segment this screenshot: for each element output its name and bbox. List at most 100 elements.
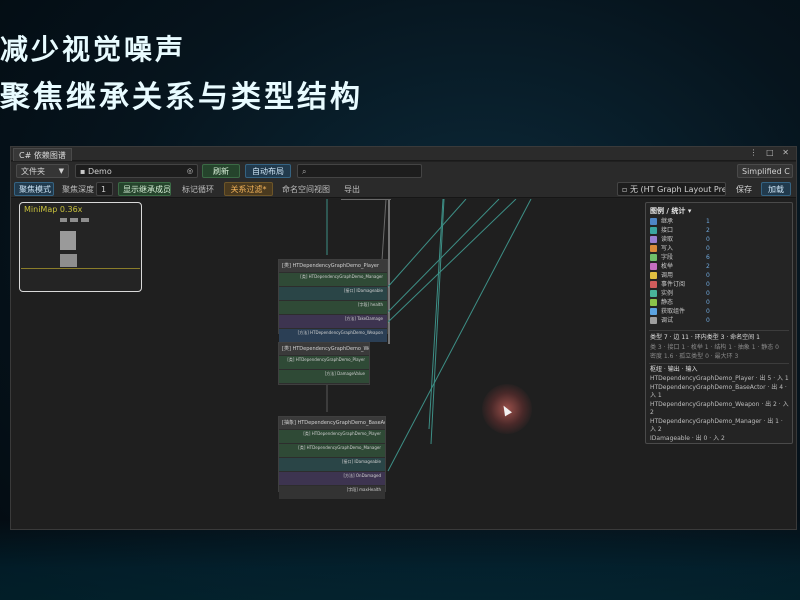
legend-count: 0 <box>706 299 710 306</box>
legend-count: 0 <box>706 308 710 315</box>
legend-label: 继承 <box>661 218 674 225</box>
legend-label: 写入 <box>661 245 674 252</box>
edge <box>385 199 500 315</box>
minimap-divider <box>21 268 140 269</box>
minimap-node <box>81 218 89 222</box>
node-port[interactable]: [方法] TakeDamage <box>279 315 387 328</box>
legend-label: 调用 <box>661 272 674 279</box>
hubs-section-title: 枢纽 · 输出 · 输入 <box>650 366 698 373</box>
node-port[interactable]: [方法] DamageValue <box>279 370 369 383</box>
legend-swatch <box>650 254 657 261</box>
legend-count: 1 <box>706 218 710 225</box>
legend-count: 2 <box>706 227 710 234</box>
legend-swatch <box>650 272 657 279</box>
node-port[interactable]: [字段] health <box>279 301 387 314</box>
hub-item[interactable]: HTDependencyGraphDemo_BaseActor · 出 4 · … <box>650 384 790 400</box>
folder-value: Demo <box>87 167 112 176</box>
show-inherited-members-toggle[interactable]: 显示继承成员 <box>118 182 171 196</box>
relation-filter-button[interactable]: 关系过滤* <box>224 182 273 196</box>
graph-node-player[interactable]: [类] HTDependencyGraphDemo_Player [类] HTD… <box>278 259 388 342</box>
graph-node-baseactor[interactable]: [抽象] HTDependencyGraphDemo_BaseActor [类]… <box>278 416 386 499</box>
legend-item-static[interactable]: 静态 0 <box>650 298 790 307</box>
legend-label: 静态 <box>661 299 674 306</box>
legend-label: 枚举 <box>661 263 674 270</box>
window-tab[interactable]: C# 依赖图谱 <box>13 148 72 161</box>
layout-preset-field[interactable]: ▫ 无 (HT Graph Layout Prese <box>617 182 726 196</box>
minimap-node <box>60 254 77 267</box>
minimap[interactable]: MiniMap 0.36x <box>19 202 142 292</box>
legend-item-instance[interactable]: 实例 0 <box>650 289 790 298</box>
node-port[interactable]: [字段] maxHealth <box>279 486 385 499</box>
legend-title[interactable]: 图例 / 统计 ▾ <box>650 206 691 216</box>
legend-count: 0 <box>706 317 710 324</box>
node-port[interactable]: [类] HTDependencyGraphDemo_Player <box>279 430 385 443</box>
hub-item[interactable]: HTDependencyGraphDemo_Player · 出 5 · 入 1 <box>650 375 790 383</box>
folder-field[interactable]: ▪ Demo ◎ <box>75 164 198 178</box>
legend-item-write[interactable]: 写入 0 <box>650 244 790 253</box>
legend-item-interface[interactable]: 接口 2 <box>650 226 790 235</box>
minimap-node <box>70 218 78 222</box>
legend-swatch <box>650 290 657 297</box>
load-button[interactable]: 加载 <box>761 182 791 196</box>
legend-item-enum[interactable]: 枚举 2 <box>650 262 790 271</box>
hub-item[interactable]: HTDependencyGraphDemo_Weapon · 出 2 · 入 2 <box>650 401 790 417</box>
legend-item-inherit[interactable]: 继承 1 <box>650 217 790 226</box>
legend-count: 0 <box>706 290 710 297</box>
focus-depth-field[interactable]: 1 <box>96 182 113 196</box>
node-port[interactable]: [类] HTDependencyGraphDemo_Manager <box>279 273 387 286</box>
node-port[interactable]: [方法] OnDamaged <box>279 472 385 485</box>
legend-label: 获取组件 <box>661 308 686 315</box>
graph-canvas[interactable]: MiniMap 0.36x [类] HTDependencyGraphDemo_… <box>11 199 796 529</box>
node-port[interactable]: [接口] IDamageable <box>279 287 387 300</box>
slide-title-line2: 聚焦继承关系与类型结构 <box>0 80 363 115</box>
node-port[interactable]: [类] HTDependencyGraphDemo_Player <box>279 356 369 369</box>
legend-count: 0 <box>706 236 710 243</box>
mode-select[interactable]: Simplified C▼ <box>737 164 793 178</box>
focus-mode-toggle[interactable]: 聚焦模式 <box>14 182 54 196</box>
node-title: [类] HTDependencyGraphDemo_Weapon <box>279 343 369 355</box>
slide-title-line1: 减少视觉噪声 <box>0 33 187 66</box>
search-icon: ⌕ <box>302 167 307 176</box>
legend-item-call[interactable]: 调用 0 <box>650 271 790 280</box>
refresh-button[interactable]: 刷新 <box>202 164 240 178</box>
legend-swatch <box>650 263 657 270</box>
scope-select-label: 文件夹 <box>21 167 45 176</box>
toolbar-primary: 文件夹 ▼ ▪ Demo ◎ 刷新 自动布局 ⌕ Simplified C▼ <box>11 162 796 180</box>
legend-item-getcomponent[interactable]: 获取组件 0 <box>650 307 790 316</box>
legend-swatch <box>650 299 657 306</box>
node-port[interactable]: [接口] IDamageable <box>279 458 385 471</box>
legend-divider <box>649 330 789 331</box>
auto-layout-button[interactable]: 自动布局 <box>245 164 291 178</box>
export-button[interactable]: 导出 <box>338 182 366 196</box>
legend-label: 事件订阅 <box>661 281 686 288</box>
stats-density: 密度 1.6 · 孤立类型 0 · 最大环 3 <box>650 353 739 360</box>
save-button[interactable]: 保存 <box>730 182 758 196</box>
legend-item-field[interactable]: 字段 6 <box>650 253 790 262</box>
legend-item-read[interactable]: 读取 0 <box>650 235 790 244</box>
folder-icon: ▪ <box>80 167 86 176</box>
mark-cycles-toggle[interactable]: 标记循环 <box>177 182 217 196</box>
edge <box>385 199 517 325</box>
search-input[interactable]: ⌕ <box>297 164 422 178</box>
legend-item-debug[interactable]: 调试 0 <box>650 316 790 325</box>
node-title: [抽象] HTDependencyGraphDemo_BaseActor <box>279 417 385 429</box>
legend-divider <box>649 363 789 364</box>
legend-swatch <box>650 227 657 234</box>
namespace-view-toggle[interactable]: 命名空间视图 <box>277 182 331 196</box>
node-port[interactable]: [类] HTDependencyGraphDemo_Manager <box>279 444 385 457</box>
legend-label: 读取 <box>661 236 674 243</box>
legend-count: 0 <box>706 245 710 252</box>
graph-node-weapon[interactable]: [类] HTDependencyGraphDemo_Weapon [类] HTD… <box>278 342 370 385</box>
scope-select[interactable]: 文件夹 ▼ <box>16 164 69 178</box>
node-port[interactable]: [方法] HTDependencyGraphDemo_Weapon <box>279 329 387 342</box>
mode-select-label: Simplified C <box>742 167 790 176</box>
stats-summary: 类型 7 · 边 11 · 环内类型 3 · 命名空间 1 <box>650 334 760 341</box>
object-picker-icon[interactable]: ◎ <box>187 165 193 177</box>
hub-item[interactable]: HTDependencyGraphDemo_Manager · 出 1 · 入 … <box>650 418 790 434</box>
hub-item[interactable]: IDamageable · 出 0 · 入 2 <box>650 435 790 443</box>
stats-type-counts: 类 3 · 接口 1 · 枚举 1 · 结构 1 · 抽象 1 · 静态 0 <box>650 344 779 351</box>
window-menu-icons[interactable]: ⋮ □ ✕ <box>750 148 792 157</box>
legend-swatch <box>650 236 657 243</box>
background-glow <box>0 520 800 600</box>
legend-item-event[interactable]: 事件订阅 0 <box>650 280 790 289</box>
